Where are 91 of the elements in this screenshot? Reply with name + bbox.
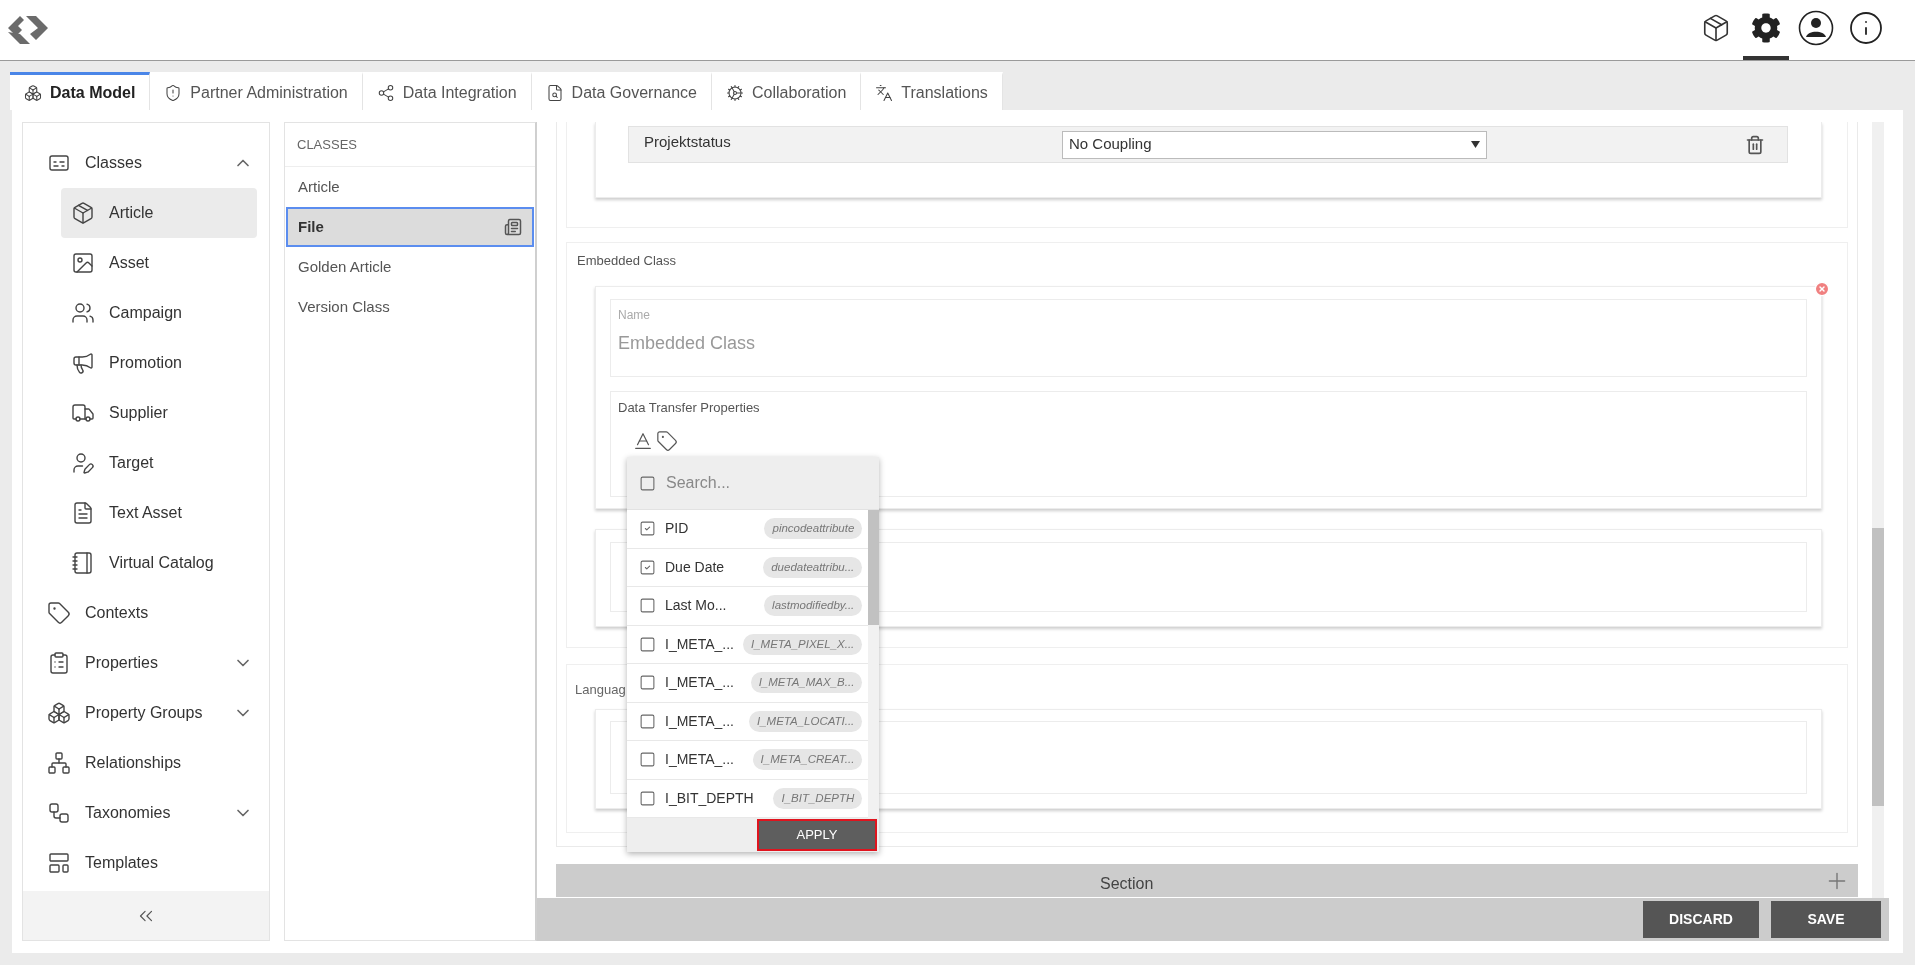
coupling-row: Projektstatus No Coupling: [628, 126, 1788, 163]
tab[interactable]: Translations: [861, 72, 1003, 110]
checkbox[interactable]: [639, 558, 656, 576]
class-item[interactable]: File: [286, 207, 534, 247]
tag-icon: [47, 601, 71, 625]
dropdown-item[interactable]: I_META_... I_META_LOCATI...: [627, 702, 869, 741]
file-search-icon: [545, 83, 564, 102]
checkbox[interactable]: [639, 712, 656, 730]
tag-pill: I_META_CREAT...: [752, 749, 863, 771]
dropdown-item[interactable]: PID pincodeattribute: [627, 510, 869, 549]
dropdown-item[interactable]: I_META_... I_META_PIXEL_X...: [627, 625, 869, 664]
tab[interactable]: Data Integration: [362, 72, 532, 110]
field-label: Data Transfer Properties: [618, 399, 761, 417]
user-icon: [1798, 10, 1834, 46]
shield-icon: [164, 83, 183, 102]
tab[interactable]: Partner Administration: [150, 72, 363, 110]
dropdown-item[interactable]: Due Date duedateattribu...: [627, 548, 869, 587]
tag-pill: pincodeattribute: [764, 518, 863, 540]
clipboard-icon: [47, 651, 71, 675]
section-title: Languag: [575, 682, 626, 697]
tag-pill: lastmodifiedby...: [764, 595, 863, 617]
user-pen-icon: [71, 451, 95, 475]
box-icon: [1701, 13, 1731, 43]
dropdown-item[interactable]: I_META_... I_META_MAX_B...: [627, 664, 869, 703]
add-tag-icon[interactable]: [656, 429, 678, 452]
tag-pill: I_META_LOCATI...: [748, 710, 863, 732]
apply-button[interactable]: APPLY: [759, 821, 875, 849]
search-bar[interactable]: Search...: [627, 457, 879, 510]
form-icon: [504, 218, 522, 236]
sidebar-item[interactable]: Campaign: [61, 288, 257, 338]
translate-icon: [875, 83, 894, 102]
class-item[interactable]: Golden Article: [286, 247, 534, 287]
coupling-select[interactable]: No Coupling: [1062, 130, 1487, 159]
class-item[interactable]: Article: [286, 167, 534, 207]
info-icon: [1848, 10, 1884, 46]
checkbox[interactable]: [639, 520, 656, 538]
box-icon: [71, 201, 95, 225]
sidebar-item[interactable]: Taxonomies: [47, 788, 253, 838]
checkbox[interactable]: [639, 635, 656, 653]
truck-icon: [71, 401, 95, 425]
tag-pill: duedateattribu...: [763, 556, 863, 578]
sidebar-item[interactable]: Virtual Catalog: [61, 538, 257, 588]
sidebar-item[interactable]: Contexts: [47, 588, 253, 638]
dropdown-item[interactable]: I_META_... I_META_CREAT...: [627, 741, 869, 780]
tag-pill: I_META_PIXEL_X...: [743, 633, 863, 655]
notebook-icon: [71, 551, 95, 575]
tab[interactable]: Collaboration: [712, 72, 862, 110]
sidebar-item[interactable]: Templates: [47, 838, 253, 888]
sidebar-item[interactable]: Relationships: [47, 738, 253, 788]
dropdown-item[interactable]: Last Mo... lastmodifiedby...: [627, 587, 869, 626]
workflow-icon: [47, 801, 71, 825]
section-bar[interactable]: Section: [556, 864, 1858, 897]
checkbox[interactable]: [639, 789, 656, 807]
sidebar-item[interactable]: Asset: [61, 238, 257, 288]
layout-icon: [47, 851, 71, 875]
close-icon[interactable]: [1814, 281, 1830, 297]
checkbox[interactable]: [639, 597, 656, 615]
people-icon: [71, 301, 95, 325]
cog-icon: [726, 83, 744, 102]
boxes-icon: [24, 83, 42, 102]
checkbox[interactable]: [639, 474, 656, 492]
boxes-icon: [47, 701, 71, 725]
sidebar-item[interactable]: Article: [61, 188, 257, 238]
delete-icon[interactable]: [1745, 134, 1765, 155]
tag-pill: I_META_MAX_B...: [750, 672, 863, 694]
sidebar-item[interactable]: Supplier: [61, 388, 257, 438]
sidebar-item[interactable]: Classes: [47, 138, 253, 188]
checkbox[interactable]: [639, 751, 656, 769]
share-nodes-icon: [376, 83, 395, 102]
sidebar-item[interactable]: Target: [61, 438, 257, 488]
column-header: CLASSES: [297, 135, 357, 154]
megaphone-icon: [71, 351, 95, 375]
sidebar-item[interactable]: Promotion: [61, 338, 257, 388]
scrollbar-thumb[interactable]: [1872, 528, 1884, 806]
settings-icon: [1751, 13, 1781, 43]
document-icon: [71, 501, 95, 525]
checkbox[interactable]: [639, 674, 656, 692]
sidebar-item[interactable]: Text Asset: [61, 488, 257, 538]
tab[interactable]: Data Governance: [531, 72, 712, 110]
network-icon: [47, 751, 71, 775]
scrollbar-thumb[interactable]: [868, 510, 879, 625]
sidebar-item[interactable]: Properties: [47, 638, 253, 688]
tab[interactable]: Data Model: [10, 72, 151, 110]
sidebar-item[interactable]: Property Groups: [47, 688, 253, 738]
image-icon: [71, 251, 95, 275]
tag-pill: I_BIT_DEPTH: [773, 787, 863, 809]
action-button[interactable]: DISCARD: [1643, 901, 1759, 938]
section-title: Embedded Class: [576, 252, 677, 270]
action-button[interactable]: SAVE: [1771, 901, 1881, 938]
class-item[interactable]: Version Class: [286, 287, 534, 327]
dropdown-caret-icon: [1471, 141, 1480, 148]
